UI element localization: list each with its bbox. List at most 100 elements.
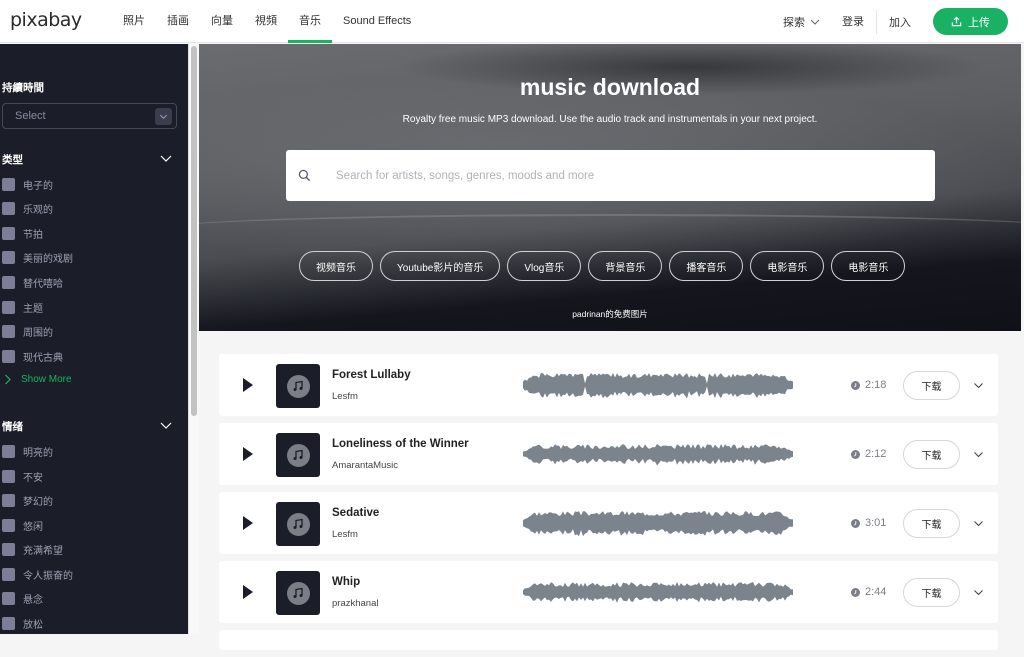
checkbox[interactable] (2, 591, 15, 605)
pixabay-logo[interactable]: pixabay (10, 9, 82, 31)
checkbox[interactable] (2, 616, 15, 630)
option-label: 梦幻的 (23, 496, 53, 508)
chip-podcast-music[interactable]: 播客音乐 (669, 251, 744, 281)
mood-option[interactable]: 充满希望 (2, 541, 63, 557)
checkbox[interactable] (2, 493, 15, 507)
checkbox[interactable] (2, 226, 15, 240)
chevron-down-icon[interactable] (973, 449, 984, 460)
scrollbar-thumb[interactable] (191, 46, 197, 416)
duration-select[interactable]: Select (2, 103, 177, 129)
music-search-input[interactable] (336, 150, 926, 201)
chip-vlog-music[interactable]: Vlog音乐 (507, 251, 582, 281)
hero-banner: music download Royalty free music MP3 do… (199, 44, 1021, 331)
waveform[interactable] (523, 505, 793, 541)
track-cover[interactable] (276, 433, 320, 477)
track-cover[interactable] (276, 502, 320, 546)
sidebar-scrollbar[interactable] (188, 44, 199, 634)
join-link[interactable]: 加入 (889, 14, 911, 30)
genre-option[interactable]: 替代嘻哈 (2, 274, 63, 290)
play-icon[interactable] (243, 585, 253, 599)
clock-icon (851, 518, 860, 528)
mood-option[interactable]: 不安 (2, 468, 43, 484)
chevron-down-icon (810, 19, 820, 25)
track-title[interactable]: Loneliness of the Winner (332, 438, 469, 450)
chevron-down-icon[interactable] (973, 380, 984, 391)
checkbox[interactable] (2, 518, 15, 532)
chip-background-music[interactable]: 背景音乐 (588, 251, 663, 281)
waveform[interactable] (523, 367, 793, 403)
select-caret[interactable] (155, 108, 172, 125)
genre-option[interactable]: 周围的 (2, 323, 53, 339)
login-link[interactable]: 登录 (842, 9, 877, 34)
genre-option[interactable]: 乐观的 (2, 200, 53, 216)
track-artist[interactable]: AmarantaMusic (332, 460, 398, 471)
option-label: 替代嘻哈 (23, 278, 63, 290)
download-button[interactable]: 下载 (903, 578, 960, 607)
chip-film-music-2[interactable]: 电影音乐 (831, 251, 906, 281)
explore-label: 探索 (783, 16, 805, 29)
nav-link-illustrations[interactable]: 插画 (156, 0, 200, 43)
checkbox[interactable] (2, 201, 15, 215)
genre-collapse-chevron-icon[interactable] (160, 152, 172, 164)
music-note-icon (293, 449, 303, 460)
track-cover[interactable] (276, 364, 320, 408)
nav-link-videos[interactable]: 視頻 (244, 0, 288, 43)
chevron-down-icon[interactable] (973, 518, 984, 529)
checkbox[interactable] (2, 567, 15, 581)
play-icon[interactable] (243, 447, 253, 461)
track-title[interactable]: Sedative (332, 507, 379, 519)
mood-option[interactable]: 明亮的 (2, 443, 53, 459)
duration-text: 2:18 (865, 379, 887, 391)
nav-link-vectors[interactable]: 向量 (200, 0, 244, 43)
waveform[interactable] (523, 436, 793, 472)
mood-option[interactable]: 放松 (2, 615, 43, 631)
duration-text: 2:12 (865, 448, 887, 460)
nav-link-photos[interactable]: 照片 (112, 0, 156, 43)
genre-option[interactable]: 美丽的戏剧 (2, 249, 73, 265)
chevron-down-icon[interactable] (973, 587, 984, 598)
chip-film-music[interactable]: 电影音乐 (750, 251, 825, 281)
waveform[interactable] (523, 574, 793, 610)
explore-menu[interactable]: 探索 (783, 14, 820, 30)
show-more-link[interactable]: Show More (4, 374, 72, 385)
hero-title: music download (519, 74, 701, 100)
track-title[interactable]: Forest Lullaby (332, 369, 411, 381)
photo-credit[interactable]: padrinan的免费图片 (199, 308, 1021, 320)
checkbox[interactable] (2, 542, 15, 556)
mood-option[interactable]: 悬念 (2, 590, 43, 606)
track-title[interactable]: Whip (332, 576, 360, 588)
mood-option[interactable]: 悠闲 (2, 517, 43, 533)
genre-option[interactable]: 节拍 (2, 225, 43, 241)
track-artist[interactable]: Lesfm (332, 391, 358, 402)
chip-youtube-music[interactable]: Youtube影片的音乐 (380, 251, 501, 281)
checkbox[interactable] (2, 349, 15, 363)
checkbox[interactable] (2, 300, 15, 314)
checkbox[interactable] (2, 275, 15, 289)
genre-option[interactable]: 主题 (2, 299, 43, 315)
checkbox[interactable] (2, 250, 15, 264)
play-icon[interactable] (243, 378, 253, 392)
download-button[interactable]: 下载 (903, 509, 960, 538)
download-button[interactable]: 下载 (903, 440, 960, 469)
genre-option[interactable]: 电子的 (2, 176, 53, 192)
play-icon[interactable] (243, 516, 253, 530)
mood-option[interactable]: 令人振奋的 (2, 566, 73, 582)
checkbox[interactable] (2, 444, 15, 458)
option-label: 主题 (23, 303, 43, 315)
mood-option[interactable]: 梦幻的 (2, 492, 53, 508)
track-cover[interactable] (276, 571, 320, 615)
checkbox[interactable] (2, 469, 15, 483)
upload-button[interactable]: 上传 (933, 8, 1008, 35)
checkbox[interactable] (2, 177, 15, 191)
track-artist[interactable]: prazkhanal (332, 598, 378, 609)
track-artist[interactable]: Lesfm (332, 529, 358, 540)
genre-option[interactable]: 现代古典 (2, 348, 63, 364)
chip-video-music[interactable]: 视频音乐 (299, 251, 373, 281)
upload-label: 上传 (968, 16, 990, 29)
nav-link-sound-effects[interactable]: Sound Effects (332, 0, 422, 43)
download-button[interactable]: 下载 (903, 371, 960, 400)
search-icon[interactable] (298, 169, 311, 182)
nav-link-music[interactable]: 音乐 (288, 0, 332, 43)
mood-collapse-chevron-icon[interactable] (160, 419, 172, 431)
checkbox[interactable] (2, 324, 15, 338)
